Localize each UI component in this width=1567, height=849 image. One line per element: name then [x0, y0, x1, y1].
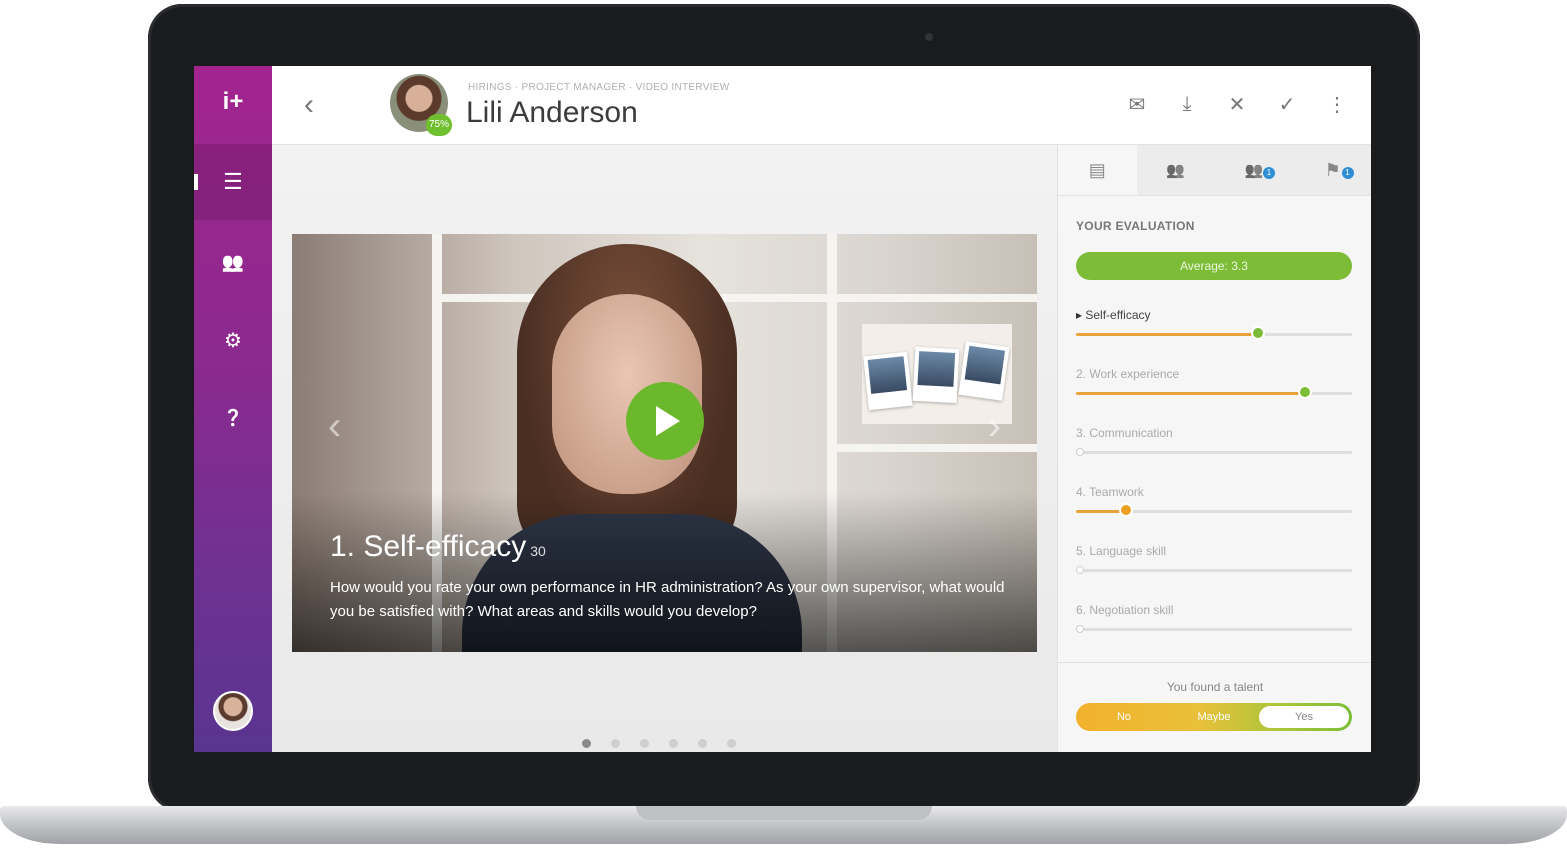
- criterion-label: Self-efficacy: [1076, 308, 1352, 328]
- slider-fill: [1076, 333, 1259, 336]
- video-caption-shade: [292, 492, 1037, 652]
- next-question-icon[interactable]: ›: [988, 404, 1001, 449]
- slider-track[interactable]: [1076, 385, 1352, 399]
- pager-dot[interactable]: [669, 739, 678, 748]
- question-text: How would you rate your own performance …: [330, 579, 1005, 620]
- help-icon: ❓: [223, 410, 243, 427]
- panel-tabs: ▤ 👥 👥 1 ⚑ 1: [1058, 145, 1371, 196]
- comments-badge: 1: [1341, 167, 1354, 179]
- reviewers-badge: 1: [1263, 167, 1275, 179]
- average-score-bar: Average: 3.3: [1076, 252, 1352, 280]
- slider-fill: [1076, 392, 1306, 395]
- question-title: 1. Self-efficacy 30: [330, 530, 546, 564]
- pager-dot[interactable]: [640, 739, 649, 748]
- criterion-label: 2. Work experience: [1076, 367, 1180, 381]
- close-icon[interactable]: ✕: [1225, 92, 1249, 116]
- slider-track[interactable]: [1076, 625, 1352, 633]
- criterion-label: 3. Communication: [1076, 426, 1173, 440]
- video-player[interactable]: ‹ › 1. Self-efficacy 30 How would you rat…: [292, 234, 1037, 652]
- sidebar-item-people[interactable]: 👥: [194, 224, 272, 300]
- photo: [958, 341, 1010, 401]
- criterion-label: 4. Teamwork: [1076, 485, 1144, 499]
- slider-handle[interactable]: [1076, 625, 1084, 633]
- more-vertical-icon[interactable]: ⋮: [1325, 92, 1349, 116]
- mail-icon[interactable]: ✉: [1125, 92, 1149, 116]
- evaluation-title: YOUR EVALUATION: [1076, 219, 1195, 233]
- list-icon: ☰: [223, 169, 243, 194]
- criterion-slider: 3. Communication: [1076, 426, 1352, 456]
- laptop-notch: [636, 806, 932, 820]
- sidebar-item-list[interactable]: ☰: [194, 144, 272, 220]
- criterion-slider: 6. Negotiation skill: [1076, 603, 1352, 633]
- talent-option-yes[interactable]: Yes: [1259, 706, 1349, 728]
- sidebar-item-settings[interactable]: ⚙: [194, 302, 272, 378]
- talent-option-no[interactable]: No: [1079, 706, 1169, 728]
- criterion-slider: 2. Work experience: [1076, 367, 1352, 399]
- slider-track[interactable]: [1076, 566, 1352, 574]
- gear-icon: ⚙: [224, 329, 242, 352]
- shelf-board: [432, 294, 1037, 302]
- comments-icon: ⚑: [1324, 159, 1341, 180]
- slider-handle[interactable]: [1076, 566, 1084, 574]
- slider-track[interactable]: [1076, 503, 1352, 517]
- team-icon: 👥: [1166, 162, 1186, 179]
- camera-dot: [925, 33, 933, 41]
- question-duration: 30: [530, 543, 546, 559]
- slider-handle[interactable]: [1298, 385, 1313, 399]
- breadcrumb: HIRINGS · PROJECT MANAGER · VIDEO INTERV…: [468, 82, 730, 93]
- slider-handle[interactable]: [1118, 503, 1133, 517]
- evaluation-icon: ▤: [1088, 159, 1106, 180]
- slider-track[interactable]: [1076, 448, 1352, 456]
- photo: [912, 346, 960, 404]
- score-badge: 75%: [426, 114, 452, 136]
- people-icon: 👥: [221, 251, 245, 272]
- divider: [1058, 662, 1371, 663]
- candidate-name: Lili Anderson: [466, 96, 638, 129]
- prev-question-icon[interactable]: ‹: [328, 404, 341, 449]
- app-logo[interactable]: i+: [194, 88, 272, 116]
- talent-toggle: No Maybe Yes: [1076, 703, 1352, 731]
- user-avatar[interactable]: [213, 691, 253, 731]
- talent-question: You found a talent: [1166, 680, 1264, 694]
- criterion-label: 5. Language skill: [1076, 544, 1167, 558]
- tab-team[interactable]: 👥: [1136, 145, 1215, 195]
- app-screen: i+ ☰ 👥 ⚙ ❓ ‹ 75% HIRINGS · PROJECT MANAG…: [194, 66, 1371, 752]
- shelf-board: [827, 444, 1037, 452]
- tab-evaluation[interactable]: ▤: [1058, 145, 1137, 195]
- pager-dot[interactable]: [582, 739, 591, 748]
- download-icon[interactable]: ⤓: [1175, 92, 1199, 116]
- back-arrow-icon[interactable]: ‹: [304, 88, 314, 122]
- play-button[interactable]: [626, 382, 704, 460]
- slider-handle[interactable]: [1251, 326, 1266, 340]
- pager-dot[interactable]: [611, 739, 620, 748]
- photo: [863, 351, 913, 411]
- tab-reviewers[interactable]: 👥 1: [1215, 145, 1294, 195]
- evaluation-panel: ▤ 👥 👥 1 ⚑ 1 YOUR EVALUATION Average: 3.3…: [1057, 145, 1371, 752]
- criterion-label: 6. Negotiation skill: [1076, 603, 1174, 617]
- pager-dot[interactable]: [698, 739, 707, 748]
- tab-comments[interactable]: ⚑ 1: [1293, 145, 1371, 195]
- criterion-slider: 5. Language skill: [1076, 544, 1352, 574]
- criterion-slider: Self-efficacy: [1076, 308, 1352, 340]
- sidebar-item-help[interactable]: ❓: [194, 380, 272, 456]
- check-icon[interactable]: ✓: [1275, 92, 1299, 116]
- sidebar: i+ ☰ 👥 ⚙ ❓: [194, 66, 272, 752]
- header: ‹ 75% HIRINGS · PROJECT MANAGER · VIDEO …: [272, 66, 1371, 145]
- slider-handle[interactable]: [1076, 448, 1084, 456]
- reviewers-icon: 👥: [1244, 162, 1264, 179]
- pager-dot[interactable]: [727, 739, 736, 748]
- slider-track[interactable]: [1076, 326, 1352, 340]
- video-area: ‹ › 1. Self-efficacy 30 How would you rat…: [272, 145, 1057, 752]
- header-actions: ✉ ⤓ ✕ ✓ ⋮: [1125, 92, 1349, 116]
- criterion-slider: 4. Teamwork: [1076, 485, 1352, 517]
- talent-option-maybe[interactable]: Maybe: [1169, 706, 1259, 728]
- question-title-text: 1. Self-efficacy: [330, 530, 527, 563]
